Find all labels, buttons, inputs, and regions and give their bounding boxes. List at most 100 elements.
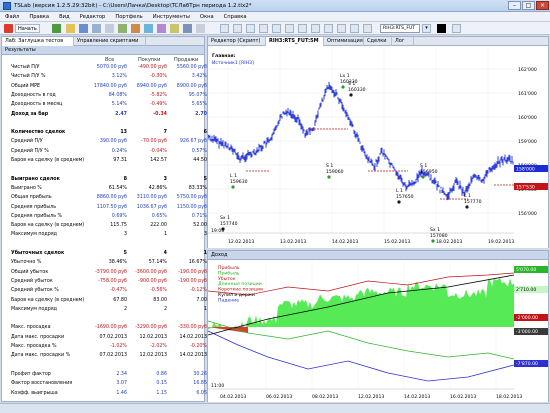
fibo-tool-icon[interactable] (285, 24, 294, 33)
row-value: -0.30% (150, 74, 167, 80)
row-label: Средняя прибыль % (11, 213, 63, 219)
equity-chart[interactable]: ПрибыльПрибыльУбытокДлинные позицииКорот… (208, 261, 548, 402)
status-bar (0, 403, 550, 413)
trade-price: 156950 (420, 169, 438, 175)
trade-marker (465, 205, 469, 209)
row-value: -0.04% (150, 148, 167, 154)
results-row: Средний убыток % -0.47% -0.56% -0.12% (11, 288, 207, 294)
symbol-select[interactable]: RIH3:RTS_FUT (380, 24, 420, 33)
ellipse-tool-icon[interactable] (311, 24, 320, 33)
row-value: 83.00 (153, 297, 167, 303)
row-value: 12.02.2013 (139, 353, 167, 359)
refresh-icon[interactable] (144, 24, 153, 33)
save-icon[interactable] (79, 24, 88, 33)
row-value: 7 (163, 130, 167, 136)
date-tick: 13.02.2013 (280, 239, 306, 245)
trade-price: 159060 (326, 169, 344, 175)
price-chart[interactable]: Lx 1160330S 1160330L 1159630Sx 1157740S … (208, 47, 548, 248)
text-tool-icon[interactable] (272, 24, 281, 33)
results-row: Баров на сделку (в среднем) 97.31 142.57 44… (11, 158, 207, 164)
trade-label: S 1 (348, 81, 355, 87)
results-row: Общая прибыль 8860.00 руб 3110.00 руб 5750.… (11, 195, 207, 201)
results-row: Баров на сделку (в среднем) 115.75 222.00 5… (11, 223, 207, 229)
portfolio-icon[interactable] (183, 24, 192, 33)
trade-label: L 1 (464, 193, 471, 199)
row-label: Средняя прибыль (11, 204, 57, 210)
menu-edit[interactable]: Правка (24, 12, 54, 22)
menu-tools[interactable]: Инструменты (148, 12, 195, 22)
row-value: 3.42% (191, 74, 207, 80)
equity-time-label: 11:00 (211, 383, 224, 389)
menu-editor[interactable]: Редактор (75, 12, 111, 22)
window-icon[interactable] (131, 24, 140, 33)
row-value: -0.34 (153, 111, 167, 117)
row-value: -1690.00 руб (95, 325, 127, 331)
copy-icon[interactable] (92, 24, 101, 33)
row-value: 4 (163, 251, 167, 256)
tab-script-editor[interactable]: Редактор (Скрипт) (208, 37, 266, 46)
chart-icon[interactable] (118, 24, 127, 33)
trade-marker (341, 85, 345, 89)
pointer-icon[interactable] (220, 24, 229, 33)
left-tabs: Лаб: Заглушка тестов Управление скриптам… (2, 37, 204, 46)
settings-icon[interactable] (105, 24, 114, 33)
rect-tool-icon[interactable] (324, 24, 333, 33)
folder-icon[interactable] (66, 24, 75, 33)
row-value: 14.02.2013 (179, 353, 207, 359)
hline-tool-icon[interactable] (259, 24, 268, 33)
color-swatch[interactable] (437, 24, 446, 33)
trade-marker (327, 175, 331, 179)
equity-legend-item: Короткие позиции (218, 287, 263, 293)
last-price-label: 158'000 (516, 167, 535, 173)
magnet-icon[interactable] (350, 24, 359, 33)
window-title: TSLab (версия 1.2.5.29:32bit) - C:\Users… (14, 3, 252, 9)
indicator-icon[interactable] (170, 24, 179, 33)
menu-view[interactable]: Вид (54, 12, 75, 22)
row-value: -190.00 руб (178, 269, 207, 275)
row-label: Дата макс. просадки % (11, 353, 71, 359)
results-row: Доход за бар 2.47 -0.34 2.70 (11, 111, 207, 118)
col-all: Все (105, 57, 115, 63)
tab-lab-test[interactable]: Лаб: Заглушка тестов (2, 37, 74, 46)
results-row: Доходность в год 84.08% -5.82% 95.07% (11, 93, 207, 99)
chevron-down-icon[interactable]: ▾ (422, 24, 431, 33)
tab-trades[interactable]: Сделки (364, 37, 392, 46)
stop-icon[interactable] (4, 24, 13, 33)
tab-log[interactable]: Лог (392, 37, 414, 46)
close-button[interactable]: × (536, 1, 549, 10)
equity-value-label: -2'000.00 (516, 315, 538, 321)
row-value: 30.26 (193, 371, 207, 377)
channel-tool-icon[interactable] (298, 24, 307, 33)
timeframe-icon[interactable] (452, 24, 461, 33)
tools-icon[interactable] (157, 24, 166, 33)
line-tool-icon[interactable] (246, 24, 255, 33)
menu-file[interactable]: Файл (0, 12, 24, 22)
menu-portfolio[interactable]: Портфель (110, 12, 147, 22)
eraser-icon[interactable] (363, 24, 372, 33)
price-chart-panel: Редактор (Скрипт) RIH3:RTS_FUT:5M Оптими… (207, 36, 549, 248)
row-value: -3290.00 руб (135, 325, 167, 331)
row-label: Средний убыток % (11, 288, 59, 294)
trade-price: 160330 (348, 87, 366, 93)
results-row: Выиграно сделок 8 3 5 (11, 177, 207, 183)
row-label: Баров на сделку (в среднем) (11, 223, 85, 229)
row-label: Общий МРЕ (11, 83, 41, 89)
menu-bar: Файл Правка Вид Редактор Портфель Инструменты… (0, 12, 550, 22)
tab-chart-rih3[interactable]: RIH3:RTS_FUT:5M (266, 37, 324, 46)
price-tick: 160'000 (518, 115, 537, 121)
results-row: Средний П/У % 0.24% -0.04% 0.57% (11, 148, 207, 155)
row-value: 1107.50 руб (96, 204, 127, 210)
play-icon[interactable] (52, 24, 61, 33)
row-value: 2.70 (195, 111, 207, 117)
zoom-icon[interactable] (196, 24, 205, 33)
menu-windows[interactable]: Окна (195, 12, 219, 22)
crosshair-icon[interactable] (233, 24, 242, 33)
tab-script-manager[interactable]: Управление скриптами (74, 37, 146, 46)
minimize-button[interactable]: – (508, 1, 521, 10)
arrow-tool-icon[interactable] (337, 24, 346, 33)
menu-help[interactable]: Справка (219, 12, 252, 22)
maximize-button[interactable]: □ (522, 1, 535, 10)
tab-optimization[interactable]: Оптимизация (324, 37, 364, 46)
row-value: 83.33% (188, 185, 207, 191)
execute-button[interactable]: Начать (15, 24, 40, 33)
